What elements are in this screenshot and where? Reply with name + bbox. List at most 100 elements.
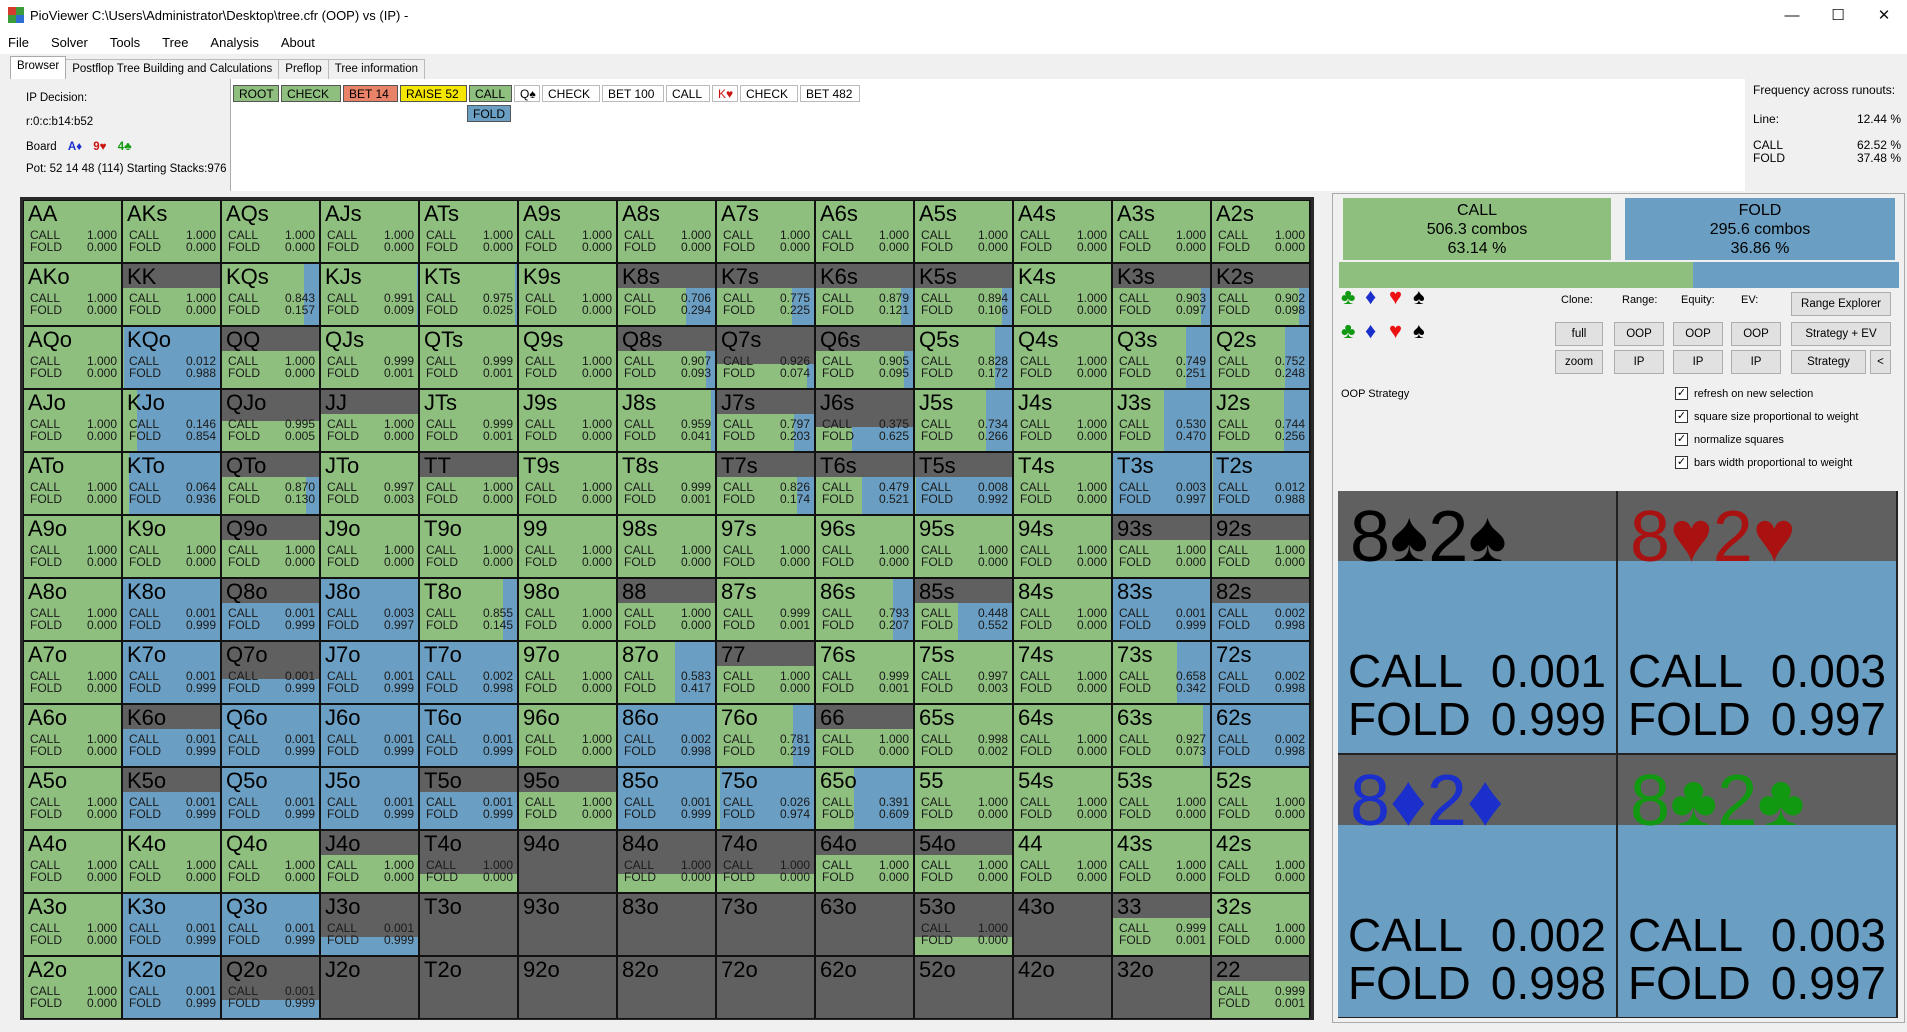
hand-cell[interactable]: 86s CALL FOLD 0.793 0.207 bbox=[815, 578, 914, 641]
hand-cell[interactable]: J5s CALL FOLD 0.734 0.266 bbox=[914, 389, 1013, 452]
menu-about[interactable]: About bbox=[281, 35, 315, 50]
checkbox-bars-width-check[interactable]: ✓ bbox=[1675, 456, 1688, 469]
hand-cell[interactable]: A8o CALL FOLD 1.000 0.000 bbox=[23, 578, 122, 641]
hand-cell[interactable]: 66 CALL FOLD 1.000 0.000 bbox=[815, 704, 914, 767]
hand-cell[interactable]: A5o CALL FOLD 1.000 0.000 bbox=[23, 767, 122, 830]
minimize-button[interactable]: — bbox=[1769, 0, 1815, 30]
hand-cell[interactable]: 54o CALL FOLD 1.000 0.000 bbox=[914, 830, 1013, 893]
hand-cell[interactable]: 76o CALL FOLD 0.781 0.219 bbox=[716, 704, 815, 767]
hand-cell[interactable]: KK CALL FOLD 1.000 0.000 bbox=[122, 263, 221, 326]
hand-cell[interactable]: 53s CALL FOLD 1.000 0.000 bbox=[1112, 767, 1211, 830]
hand-cell[interactable]: AKs CALL FOLD 1.000 0.000 bbox=[122, 200, 221, 263]
hand-cell[interactable]: T2o bbox=[419, 956, 518, 1019]
suit-filter-icon[interactable]: ♠ bbox=[1413, 320, 1425, 342]
hand-cell[interactable]: KTs CALL FOLD 0.975 0.025 bbox=[419, 263, 518, 326]
hand-cell[interactable]: A9s CALL FOLD 1.000 0.000 bbox=[518, 200, 617, 263]
hand-cell[interactable]: 85s CALL FOLD 0.448 0.552 bbox=[914, 578, 1013, 641]
hand-cell[interactable]: QTo CALL FOLD 0.870 0.130 bbox=[221, 452, 320, 515]
hand-cell[interactable]: JTs CALL FOLD 0.999 0.001 bbox=[419, 389, 518, 452]
hand-cell[interactable]: 84s CALL FOLD 1.000 0.000 bbox=[1013, 578, 1112, 641]
tab-preflop[interactable]: Preflop bbox=[278, 59, 329, 79]
hand-cell[interactable]: 72s CALL FOLD 0.002 0.998 bbox=[1211, 641, 1310, 704]
hand-cell[interactable]: Q4s CALL FOLD 1.000 0.000 bbox=[1013, 326, 1112, 389]
hand-cell[interactable]: 83o bbox=[617, 893, 716, 956]
hand-cell[interactable]: 33 CALL FOLD 0.999 0.001 bbox=[1112, 893, 1211, 956]
hand-cell[interactable]: 52s CALL FOLD 1.000 0.000 bbox=[1211, 767, 1310, 830]
hand-cell[interactable]: A4s CALL FOLD 1.000 0.000 bbox=[1013, 200, 1112, 263]
hand-cell[interactable]: ATo CALL FOLD 1.000 0.000 bbox=[23, 452, 122, 515]
hand-cell[interactable]: 88 CALL FOLD 1.000 0.000 bbox=[617, 578, 716, 641]
checkbox-square-size[interactable]: ✓ square size proportional to weight bbox=[1675, 410, 1858, 423]
hand-cell[interactable]: J6o CALL FOLD 0.001 0.999 bbox=[320, 704, 419, 767]
hand-cell[interactable]: 32o bbox=[1112, 956, 1211, 1019]
hand-cell[interactable]: 72o bbox=[716, 956, 815, 1019]
collapse-button[interactable]: < bbox=[1870, 350, 1891, 374]
hand-cell[interactable]: KQs CALL FOLD 0.843 0.157 bbox=[221, 263, 320, 326]
hand-cell[interactable]: T4o CALL FOLD 1.000 0.000 bbox=[419, 830, 518, 893]
maximize-button[interactable]: ☐ bbox=[1815, 0, 1861, 30]
hand-cell[interactable]: JTo CALL FOLD 0.997 0.003 bbox=[320, 452, 419, 515]
hand-cell[interactable]: A6o CALL FOLD 1.000 0.000 bbox=[23, 704, 122, 767]
hand-cell[interactable]: K6o CALL FOLD 0.001 0.999 bbox=[122, 704, 221, 767]
hand-cell[interactable]: AJo CALL FOLD 1.000 0.000 bbox=[23, 389, 122, 452]
hand-cell[interactable]: 64s CALL FOLD 1.000 0.000 bbox=[1013, 704, 1112, 767]
hand-cell[interactable]: T3o bbox=[419, 893, 518, 956]
hand-cell[interactable]: 85o CALL FOLD 0.001 0.999 bbox=[617, 767, 716, 830]
hand-cell[interactable]: 83s CALL FOLD 0.001 0.999 bbox=[1112, 578, 1211, 641]
hand-cell[interactable]: Q8o CALL FOLD 0.001 0.999 bbox=[221, 578, 320, 641]
hand-cell[interactable]: 55 CALL FOLD 1.000 0.000 bbox=[914, 767, 1013, 830]
hand-cell[interactable]: J7o CALL FOLD 0.001 0.999 bbox=[320, 641, 419, 704]
hand-cell[interactable]: 63s CALL FOLD 0.927 0.073 bbox=[1112, 704, 1211, 767]
hand-cell[interactable]: Q2s CALL FOLD 0.752 0.248 bbox=[1211, 326, 1310, 389]
menu-file[interactable]: File bbox=[8, 35, 29, 50]
hand-cell[interactable]: 96s CALL FOLD 1.000 0.000 bbox=[815, 515, 914, 578]
hand-cell[interactable]: J2s CALL FOLD 0.744 0.256 bbox=[1211, 389, 1310, 452]
line-node[interactable]: Q♠ bbox=[514, 85, 540, 102]
hand-cell[interactable]: KJs CALL FOLD 0.991 0.009 bbox=[320, 263, 419, 326]
hand-cell[interactable]: A3o CALL FOLD 1.000 0.000 bbox=[23, 893, 122, 956]
hand-cell[interactable]: T5s CALL FOLD 0.008 0.992 bbox=[914, 452, 1013, 515]
line-node[interactable]: CALL bbox=[666, 85, 710, 102]
hand-cell[interactable]: 92s CALL FOLD 1.000 0.000 bbox=[1211, 515, 1310, 578]
hand-cell[interactable]: QJo CALL FOLD 0.995 0.005 bbox=[221, 389, 320, 452]
hand-cell[interactable]: T3s CALL FOLD 0.003 0.997 bbox=[1112, 452, 1211, 515]
hand-cell[interactable]: A5s CALL FOLD 1.000 0.000 bbox=[914, 200, 1013, 263]
hand-cell[interactable]: J4o CALL FOLD 1.000 0.000 bbox=[320, 830, 419, 893]
checkbox-bars-width[interactable]: ✓ bars width proportional to weight bbox=[1675, 456, 1852, 469]
hand-cell[interactable]: AA CALL FOLD 1.000 0.000 bbox=[23, 200, 122, 263]
hand-cell[interactable]: 53o CALL FOLD 1.000 0.000 bbox=[914, 893, 1013, 956]
hand-cell[interactable]: K5s CALL FOLD 0.894 0.106 bbox=[914, 263, 1013, 326]
hand-cell[interactable]: AQo CALL FOLD 1.000 0.000 bbox=[23, 326, 122, 389]
hand-cell[interactable]: J2o bbox=[320, 956, 419, 1019]
strategy-button[interactable]: Strategy bbox=[1791, 350, 1866, 374]
clone-zoom-button[interactable]: zoom bbox=[1555, 350, 1603, 374]
hand-cell[interactable]: ATs CALL FOLD 1.000 0.000 bbox=[419, 200, 518, 263]
hand-cell[interactable]: J5o CALL FOLD 0.001 0.999 bbox=[320, 767, 419, 830]
hand-cell[interactable]: 93o bbox=[518, 893, 617, 956]
call-summary-box[interactable]: CALL 506.3 combos 63.14 % bbox=[1343, 198, 1611, 260]
hand-cell[interactable]: Q3o CALL FOLD 0.001 0.999 bbox=[221, 893, 320, 956]
combo-card[interactable]: 8♣2♣ CALL FOLD 0.003 0.997 bbox=[1618, 755, 1896, 1017]
hand-cell[interactable]: Q9s CALL FOLD 1.000 0.000 bbox=[518, 326, 617, 389]
hand-cell[interactable]: T6s CALL FOLD 0.479 0.521 bbox=[815, 452, 914, 515]
hand-cell[interactable]: Q8s CALL FOLD 0.907 0.093 bbox=[617, 326, 716, 389]
combo-card[interactable]: 8♥2♥ CALL FOLD 0.003 0.997 bbox=[1618, 491, 1896, 753]
hand-cell[interactable]: Q7o CALL FOLD 0.001 0.999 bbox=[221, 641, 320, 704]
hand-cell[interactable]: Q5o CALL FOLD 0.001 0.999 bbox=[221, 767, 320, 830]
hand-cell[interactable]: 87s CALL FOLD 0.999 0.001 bbox=[716, 578, 815, 641]
menu-solver[interactable]: Solver bbox=[51, 35, 88, 50]
hand-cell[interactable]: 97s CALL FOLD 1.000 0.000 bbox=[716, 515, 815, 578]
tab-browser[interactable]: Browser bbox=[10, 56, 67, 79]
checkbox-square-size-check[interactable]: ✓ bbox=[1675, 410, 1688, 423]
hand-cell[interactable]: TT CALL FOLD 1.000 0.000 bbox=[419, 452, 518, 515]
clone-full-button[interactable]: full bbox=[1555, 322, 1603, 346]
hand-cell[interactable]: J3o CALL FOLD 0.001 0.999 bbox=[320, 893, 419, 956]
hand-cell[interactable]: J8s CALL FOLD 0.959 0.041 bbox=[617, 389, 716, 452]
checkbox-normalize[interactable]: ✓ normalize squares bbox=[1675, 433, 1784, 446]
range-oop-button[interactable]: OOP bbox=[1614, 322, 1664, 346]
hand-cell[interactable]: K3o CALL FOLD 0.001 0.999 bbox=[122, 893, 221, 956]
hand-cell[interactable]: A6s CALL FOLD 1.000 0.000 bbox=[815, 200, 914, 263]
hand-cell[interactable]: 95s CALL FOLD 1.000 0.000 bbox=[914, 515, 1013, 578]
hand-cell[interactable]: AJs CALL FOLD 1.000 0.000 bbox=[320, 200, 419, 263]
equity-ip-button[interactable]: IP bbox=[1673, 350, 1723, 374]
